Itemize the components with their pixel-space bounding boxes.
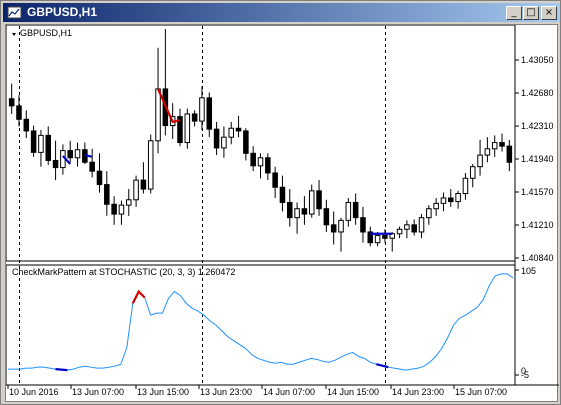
candle-body xyxy=(272,172,278,188)
chart-window: GBPUSD,H1 _ □ × GBPUSD,H1 1.43050 1.4268… xyxy=(0,0,561,405)
price-tick-label: 1.40840 xyxy=(521,253,554,263)
candle-body xyxy=(338,219,344,233)
candle-body xyxy=(491,142,498,150)
main-chart-pane xyxy=(6,25,516,262)
candle-body xyxy=(191,113,198,122)
price-tick-label: 1.41940 xyxy=(521,154,554,164)
candle-body xyxy=(140,179,147,190)
candle-body xyxy=(155,88,161,142)
candle-body xyxy=(147,140,154,190)
time-label: 14 Jun 07:00 xyxy=(263,387,315,397)
candle-body xyxy=(330,224,337,233)
candle-body xyxy=(301,208,308,215)
candle-body xyxy=(250,152,256,167)
price-ticks: 1.43050 1.42680 1.42310 1.41940 1.41570 … xyxy=(515,55,554,263)
candle-body xyxy=(133,179,139,201)
time-label: 15 Jun 07:00 xyxy=(455,387,507,397)
candle-body xyxy=(206,97,213,130)
candle-body xyxy=(257,157,264,167)
candle-body xyxy=(265,157,271,174)
candle-body xyxy=(8,98,15,107)
time-label: 13 Jun 07:00 xyxy=(72,387,124,397)
candle-body xyxy=(440,197,447,204)
candle-body xyxy=(477,154,483,168)
candle-body xyxy=(426,208,432,219)
time-label: 14 Jun 23:00 xyxy=(392,387,444,397)
candle-body xyxy=(111,203,117,215)
candle-body xyxy=(287,201,293,219)
candle-body xyxy=(67,150,73,159)
candle-body xyxy=(96,170,103,186)
chart-canvas[interactable]: GBPUSD,H1 1.43050 1.42680 1.42310 1.4194… xyxy=(6,25,559,403)
price-tick-label: 1.42310 xyxy=(521,121,554,131)
minimize-button[interactable]: _ xyxy=(506,6,522,20)
time-label: 10 Jun 2016 xyxy=(9,387,59,397)
candle-body xyxy=(382,235,388,239)
close-button[interactable]: × xyxy=(541,6,557,20)
candle-body xyxy=(360,217,366,233)
title-bar[interactable]: GBPUSD,H1 _ □ × xyxy=(3,3,560,22)
candle-body xyxy=(38,134,44,153)
candle-body xyxy=(308,190,315,215)
maximize-button[interactable]: □ xyxy=(523,6,539,20)
candle-body xyxy=(396,228,403,235)
candle-body xyxy=(506,145,513,163)
indicator-tick-label: 105 xyxy=(521,266,536,276)
candle-body xyxy=(45,134,52,161)
candle-body xyxy=(184,113,191,144)
candle-body xyxy=(104,184,110,205)
candle-body xyxy=(89,161,95,172)
candle-body xyxy=(404,224,410,230)
candle-body xyxy=(484,148,491,156)
price-tick-label: 1.43050 xyxy=(521,55,554,65)
candle-body xyxy=(352,201,359,219)
time-label: 14 Jun 15:00 xyxy=(327,387,379,397)
candle-body xyxy=(52,159,59,169)
candle-body xyxy=(279,186,286,203)
candle-body xyxy=(74,149,81,159)
indicator-label: CheckMarkPattern at STOCHASTIC (20, 3, 3… xyxy=(12,267,235,277)
indicator-tick-label: -5 xyxy=(521,370,529,380)
main-chart-label: GBPUSD,H1 xyxy=(20,28,72,38)
candle-body xyxy=(462,177,469,195)
time-label: 13 Jun 15:00 xyxy=(137,387,189,397)
candle-body xyxy=(418,217,425,233)
candle-body xyxy=(469,166,476,179)
candle-body xyxy=(448,197,454,203)
price-tick-label: 1.41210 xyxy=(521,220,554,230)
indicator-pattern-down-line xyxy=(55,368,68,372)
candle-body xyxy=(16,105,22,120)
candle-body xyxy=(316,190,322,210)
time-label: 13 Jun 23:00 xyxy=(200,387,252,397)
chart-window-icon xyxy=(7,6,22,19)
candle-body xyxy=(411,224,417,233)
candle-body xyxy=(118,204,125,215)
price-tick-label: 1.41570 xyxy=(521,187,554,197)
candle-body xyxy=(199,97,205,122)
candle-body xyxy=(235,127,242,132)
candle-body xyxy=(323,208,330,226)
candle-body xyxy=(23,118,30,132)
candle-body xyxy=(221,136,227,149)
candle-body xyxy=(243,130,249,154)
candle-body xyxy=(228,127,234,138)
candle-body xyxy=(374,235,381,244)
candle-body xyxy=(433,202,439,210)
candle-body xyxy=(30,130,37,153)
candle-body xyxy=(455,193,461,203)
candle-body xyxy=(213,128,220,149)
candle-body xyxy=(499,142,505,147)
time-axis: 10 Jun 2016 13 Jun 07:00 13 Jun 15:00 13… xyxy=(7,385,507,397)
candle-body xyxy=(294,208,300,219)
window-title: GBPUSD,H1 xyxy=(27,5,98,19)
price-tick-label: 1.42680 xyxy=(521,88,554,98)
chart-area[interactable]: GBPUSD,H1 1.43050 1.42680 1.42310 1.4194… xyxy=(5,24,559,403)
candle-body xyxy=(125,199,132,206)
candle-body xyxy=(345,201,352,221)
